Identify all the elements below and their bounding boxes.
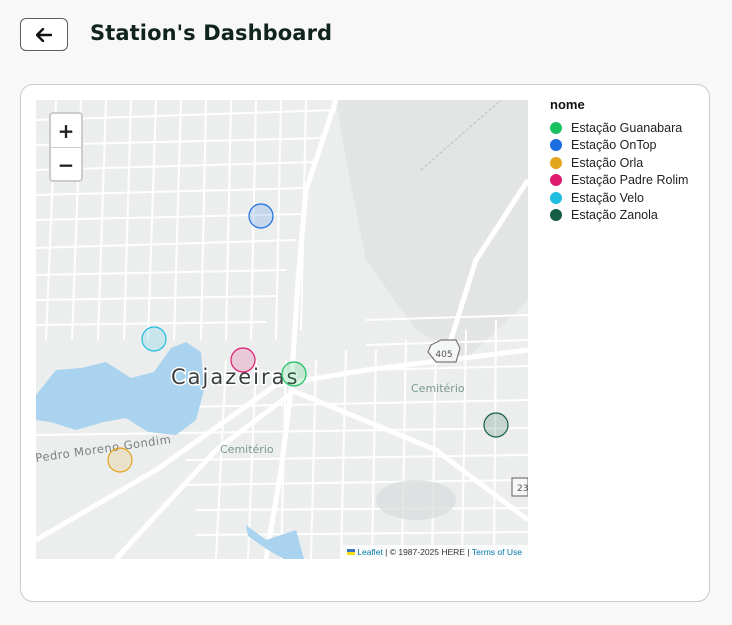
legend-label: Estação Guanabara [571,120,683,135]
legend-item[interactable]: Estação OnTop [550,137,688,155]
cemetery-label-2: Cemitério [220,443,274,456]
legend-label: Estação OnTop [571,138,657,153]
legend-label: Estação Zanola [571,208,658,223]
marker-guanabara[interactable] [281,361,307,387]
legend-color-dot [550,121,562,134]
marker-velo[interactable] [141,326,167,352]
route-23-label: 23 [517,484,528,494]
marker-padre-rolim[interactable] [230,347,256,373]
back-button[interactable] [20,18,68,51]
ukraine-flag-icon [347,549,356,555]
legend-label: Estação Orla [571,155,644,170]
zoom-out-button[interactable]: − [51,148,81,180]
legend-item[interactable]: Estação Padre Rolim [550,172,688,190]
leaflet-link[interactable]: Leaflet [357,547,383,557]
map-attribution: Leaflet | © 1987-2025 HERE | Terms of Us… [342,545,528,559]
legend-item[interactable]: Estação Zanola [550,207,688,225]
legend-item[interactable]: Estação Guanabara [550,119,688,137]
legend-color-dot [550,209,562,222]
attribution-copyright: | © 1987-2025 HERE | [382,547,472,557]
arrow-left-icon [36,27,52,42]
terms-link[interactable]: Terms of Use [472,547,522,557]
map-view[interactable]: 405 23 Cajazeiras Cemitério Cemitério Pe… [36,100,528,559]
cemetery-label-1: Cemitério [411,382,465,395]
legend-title: nome [550,97,585,112]
zoom-in-button[interactable]: + [51,114,81,148]
map-legend: nome Estação Guanabara Estação OnTop Estaç… [550,97,688,224]
marker-zanola[interactable] [483,412,509,438]
route-405-label: 405 [435,350,452,360]
legend-color-dot [550,156,562,169]
zoom-control: + − [49,112,83,182]
legend-label: Estação Padre Rolim [571,173,689,188]
legend-color-dot [550,174,562,187]
legend-color-dot [550,191,562,204]
page-title: Station's Dashboard [90,21,333,45]
legend-item[interactable]: Estação Orla [550,154,688,172]
legend-item[interactable]: Estação Velo [550,189,688,207]
map-tiles[interactable]: 405 23 Cajazeiras Cemitério Cemitério Pe… [36,100,528,559]
legend-color-dot [550,139,562,152]
legend-label: Estação Velo [571,190,644,205]
marker-orla[interactable] [107,447,133,473]
marker-ontop[interactable] [248,203,274,229]
